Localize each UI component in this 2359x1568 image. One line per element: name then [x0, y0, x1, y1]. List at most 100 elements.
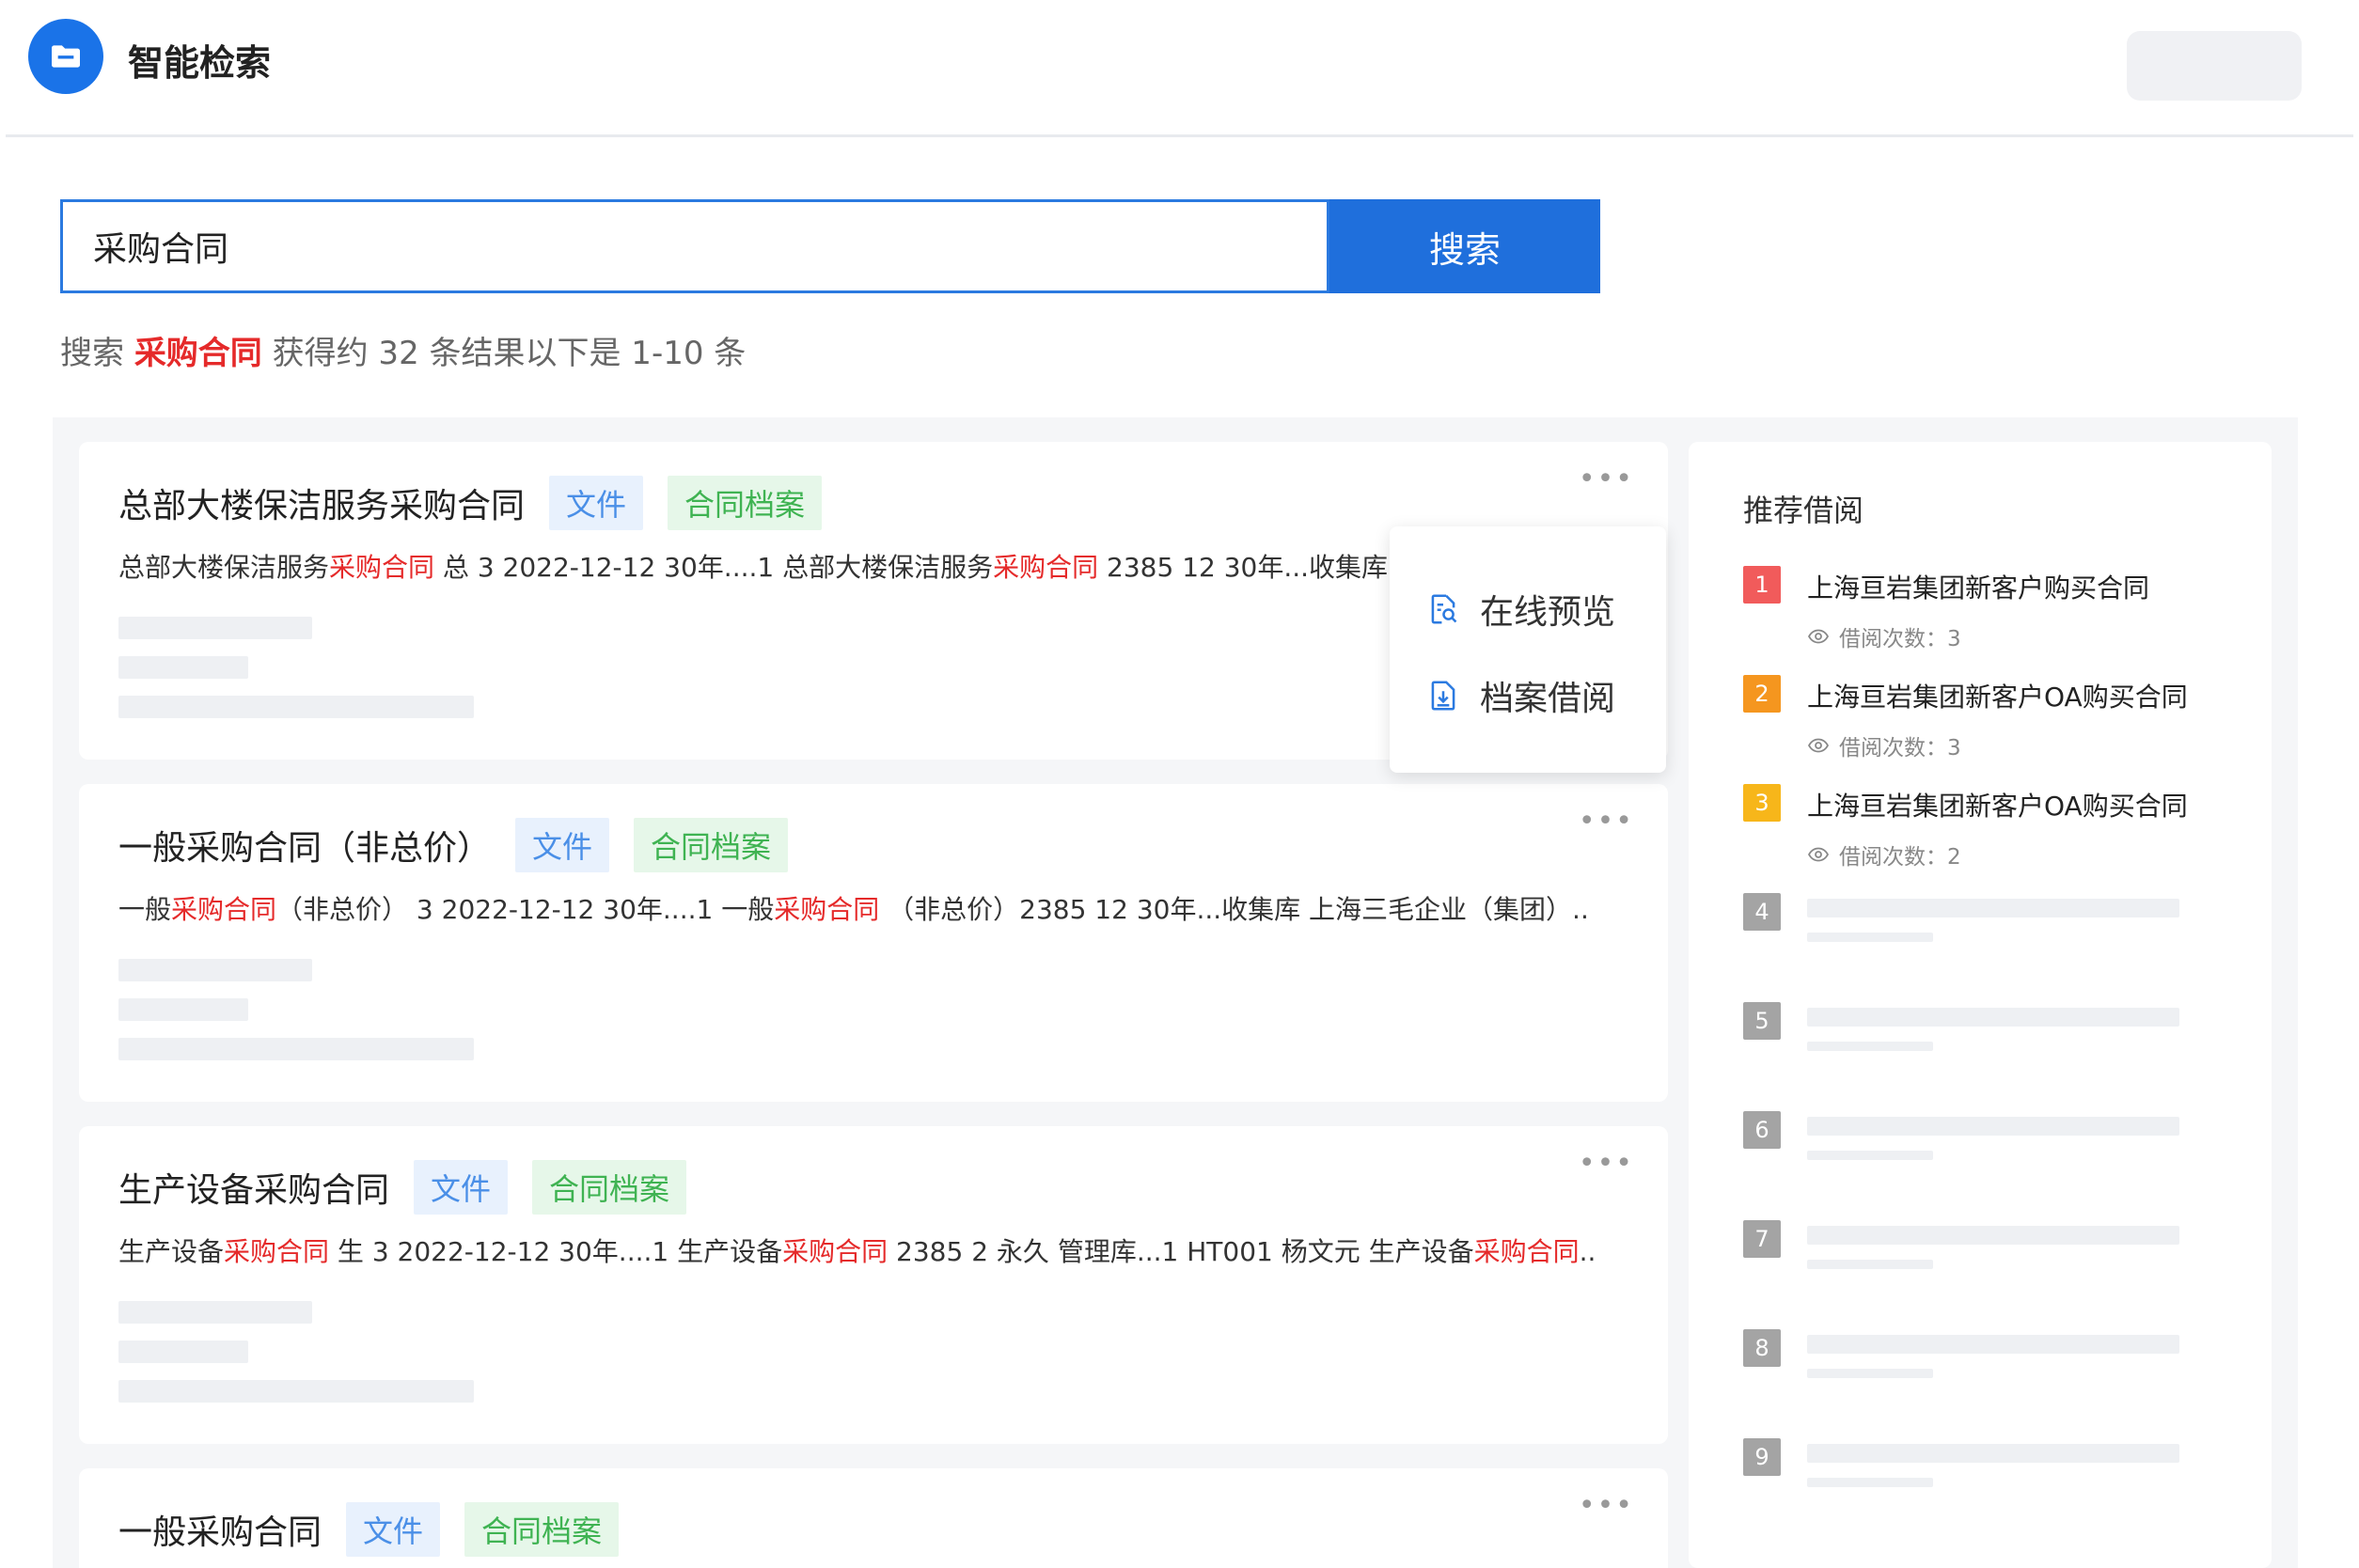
- skeleton-line: [118, 617, 312, 639]
- document-search-icon: [1431, 594, 1457, 624]
- snippet-text: （非总价） 3 2022-12-12 30年....1 一般: [276, 894, 775, 925]
- recommend-item[interactable]: 8: [1743, 1329, 2232, 1423]
- skeleton-line: [1807, 1042, 1933, 1051]
- skeleton-line: [1807, 1444, 2179, 1463]
- snippet-keyword-highlight: 采购合同: [329, 552, 435, 583]
- rank-badge: 9: [1743, 1438, 1781, 1476]
- result-title[interactable]: 总部大楼保洁服务采购合同: [118, 478, 525, 527]
- result-actions-dropdown: 在线预览 档案借阅: [1390, 526, 1666, 773]
- snippet-text: 总 3 2022-12-12 30年....1 总部大楼保洁服务: [434, 552, 994, 583]
- snippet-text: 2385 12 30年...收集库 南: [1098, 552, 1423, 583]
- rank-badge: 8: [1743, 1329, 1781, 1367]
- rank-badge: 3: [1743, 784, 1781, 822]
- snippet-text: 2385 2 永久 管理库...1 HT001 杨文元 生产设备: [888, 1236, 1474, 1267]
- skeleton-line: [118, 696, 474, 718]
- skeleton-line: [118, 656, 248, 679]
- more-options-button[interactable]: •••: [1579, 463, 1634, 495]
- rank-badge: 2: [1743, 675, 1781, 713]
- tag-contract-archive: 合同档案: [668, 476, 823, 530]
- result-title[interactable]: 一般采购合同（非总价）: [118, 821, 491, 870]
- recommend-item-title[interactable]: 上海亘岩集团新客户OA购买合同: [1807, 786, 2188, 823]
- skeleton-line: [1807, 1335, 2179, 1354]
- tag-file: 文件: [515, 818, 610, 872]
- rank-badge: 4: [1743, 893, 1781, 931]
- eye-icon: [1807, 629, 1830, 644]
- tag-file: 文件: [346, 1502, 441, 1557]
- snippet-text: 一般: [118, 894, 172, 925]
- result-title[interactable]: 一般采购合同: [118, 1505, 322, 1554]
- borrow-count-text: 借阅次数：2: [1839, 845, 1961, 870]
- snippet-keyword-highlight: 采购合同: [224, 1236, 330, 1267]
- skeleton-line: [118, 959, 312, 981]
- borrow-count: 借阅次数：3: [1807, 620, 1961, 652]
- tag-contract-archive: 合同档案: [464, 1502, 620, 1557]
- menu-item-label: 在线预览: [1480, 593, 1616, 632]
- recommend-title: 推荐借阅: [1743, 493, 1864, 528]
- search-box: [60, 199, 1329, 293]
- snippet-text: 生产设备: [118, 1236, 225, 1267]
- result-title[interactable]: 生产设备采购合同: [118, 1163, 389, 1212]
- recommend-item-title[interactable]: 上海亘岩集团新客户购买合同: [1807, 568, 2149, 605]
- skeleton-line: [1807, 899, 2179, 917]
- skeleton-line: [1807, 1369, 1933, 1378]
- skeleton-line: [1807, 1260, 1933, 1269]
- recommend-item[interactable]: 6: [1743, 1111, 2232, 1205]
- user-menu-placeholder[interactable]: [2127, 31, 2302, 101]
- recommend-item[interactable]: 4: [1743, 893, 2232, 987]
- borrow-count-text: 借阅次数：3: [1839, 736, 1961, 760]
- result-card[interactable]: 一般采购合同（非总价） 文件 合同档案 ••• 一般采购合同（非总价） 3 20…: [79, 784, 1668, 1102]
- skeleton-line: [1807, 1117, 2179, 1136]
- snippet-text: ..: [1579, 1236, 1596, 1267]
- skeleton-line: [1807, 1226, 2179, 1245]
- skeleton-line: [1807, 1151, 1933, 1160]
- borrow-count-text: 借阅次数：3: [1839, 627, 1961, 651]
- search-input[interactable]: [63, 202, 1327, 290]
- tag-file: 文件: [549, 476, 644, 530]
- app-title: 智能检索: [128, 42, 272, 84]
- menu-item-label: 档案借阅: [1480, 680, 1616, 718]
- document-download-icon: [1431, 681, 1455, 711]
- snippet-keyword-highlight: 采购合同: [1473, 1236, 1580, 1267]
- skeleton-line: [118, 1038, 474, 1060]
- tag-file: 文件: [414, 1160, 509, 1215]
- recommend-item-title[interactable]: 上海亘岩集团新客户OA购买合同: [1807, 677, 2188, 714]
- recommend-item[interactable]: 5: [1743, 1002, 2232, 1096]
- tag-contract-archive: 合同档案: [634, 818, 789, 872]
- recommend-item[interactable]: 1 上海亘岩集团新客户购买合同 借阅次数：3: [1743, 566, 2232, 660]
- recommend-item[interactable]: 3 上海亘岩集团新客户OA购买合同 借阅次数：2: [1743, 784, 2232, 878]
- more-options-button[interactable]: •••: [1579, 1147, 1634, 1180]
- rank-badge: 7: [1743, 1220, 1781, 1258]
- skeleton-line: [1807, 1478, 1933, 1487]
- result-card[interactable]: 生产设备采购合同 文件 合同档案 ••• 生产设备采购合同 生 3 2022-1…: [79, 1126, 1668, 1444]
- eye-icon: [1807, 847, 1830, 862]
- skeleton-line: [118, 1380, 474, 1403]
- eye-icon: [1807, 738, 1830, 753]
- result-summary: 搜索 采购合同 获得约 32 条结果以下是 1-10 条: [60, 327, 746, 373]
- rank-badge: 5: [1743, 1002, 1781, 1040]
- result-card[interactable]: 一般采购合同 文件 合同档案 •••: [79, 1468, 1668, 1568]
- snippet-keyword-highlight: 采购合同: [782, 1236, 889, 1267]
- recommend-item[interactable]: 2 上海亘岩集团新客户OA购买合同 借阅次数：3: [1743, 675, 2232, 769]
- app-logo[interactable]: [28, 19, 103, 94]
- recommend-item[interactable]: 7: [1743, 1220, 2232, 1314]
- more-options-button[interactable]: •••: [1579, 1489, 1634, 1522]
- tag-contract-archive: 合同档案: [532, 1160, 687, 1215]
- snippet-text: （非总价）2385 12 30年...收集库 上海三毛企业（集团）..: [879, 894, 1589, 925]
- folder-icon: [52, 45, 80, 68]
- more-options-button[interactable]: •••: [1579, 805, 1634, 838]
- skeleton-line: [1807, 1008, 2179, 1027]
- borrow-count: 借阅次数：3: [1807, 729, 1961, 761]
- menu-item-online-preview[interactable]: 在线预览: [1425, 585, 1615, 634]
- recommend-panel: 推荐借阅 1 上海亘岩集团新客户购买合同 借阅次数：3 2 上海亘岩集团新客户O…: [1689, 442, 2272, 1568]
- menu-item-archive-borrow[interactable]: 档案借阅: [1425, 671, 1615, 720]
- summary-suffix: 获得约 32 条结果以下是 1-10 条: [272, 335, 747, 372]
- header-divider: [6, 134, 2353, 137]
- top-header: 智能检索: [0, 0, 2359, 135]
- summary-keyword: 采购合同: [134, 335, 262, 372]
- recommend-item[interactable]: 9: [1743, 1438, 2232, 1532]
- snippet-keyword-highlight: 采购合同: [993, 552, 1099, 583]
- skeleton-line: [118, 998, 248, 1021]
- result-snippet: 生产设备采购合同 生 3 2022-12-12 30年....1 生产设备采购合…: [118, 1231, 1632, 1269]
- search-button[interactable]: 搜索: [1329, 199, 1600, 293]
- rank-badge: 6: [1743, 1111, 1781, 1149]
